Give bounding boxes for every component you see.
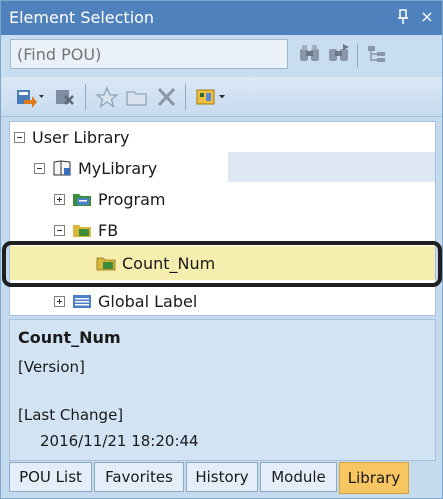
- expand-icon[interactable]: [54, 295, 65, 307]
- tree-node-label: User Library: [32, 127, 130, 147]
- remove-library-icon[interactable]: [53, 86, 77, 108]
- global-label-icon: [73, 295, 91, 308]
- find-pou-input[interactable]: [10, 39, 288, 69]
- tab-label: POU List: [19, 468, 82, 486]
- pin-icon[interactable]: [393, 7, 413, 27]
- tree-node-mylibrary[interactable]: MyLibrary: [34, 153, 157, 183]
- tree-node-program[interactable]: Program: [54, 184, 166, 214]
- tab-label: Library: [347, 469, 401, 487]
- version-label: [Version]: [18, 358, 85, 376]
- tree-row-background: [228, 152, 435, 182]
- window-title: Element Selection: [9, 8, 155, 27]
- tab-history[interactable]: History: [186, 462, 258, 492]
- display-filter-icon[interactable]: [195, 86, 227, 108]
- element-details-panel: Count_Num [Version] [Last Change] 2016/1…: [9, 319, 436, 461]
- search-bar: [1, 35, 442, 77]
- collapse-icon[interactable]: [34, 162, 45, 174]
- folder-icon[interactable]: [125, 86, 149, 108]
- toolbar-separator: [185, 84, 186, 110]
- library-toolbar: [1, 77, 442, 117]
- selection-highlight-frame: [2, 241, 442, 287]
- tree-node-user-library[interactable]: User Library: [14, 122, 130, 152]
- collapse-icon[interactable]: [54, 224, 65, 236]
- tree-view-icon[interactable]: [365, 43, 389, 65]
- element-selection-window: Element Selection × (Find POU) User Libr…: [0, 0, 443, 499]
- expand-icon[interactable]: [54, 193, 65, 205]
- binoculars-next-icon[interactable]: [327, 43, 351, 65]
- tree-node-global-label[interactable]: Global Label: [54, 286, 198, 315]
- tab-label: History: [195, 468, 249, 486]
- tree-node-label: Global Label: [98, 291, 198, 311]
- binoculars-icon[interactable]: [298, 43, 322, 65]
- close-icon[interactable]: ×: [417, 7, 437, 27]
- library-book-icon: [53, 160, 71, 176]
- fb-folder-icon: [73, 225, 91, 237]
- add-to-project-icon[interactable]: [15, 86, 45, 108]
- last-change-value: 2016/11/21 18:20:44: [40, 432, 199, 450]
- tab-label: Module: [271, 468, 326, 486]
- toolbar-separator: [357, 43, 358, 67]
- last-change-label: [Last Change]: [18, 406, 124, 424]
- tab-library[interactable]: Library: [339, 462, 409, 494]
- delete-x-icon[interactable]: [155, 86, 177, 108]
- element-name: Count_Num: [18, 328, 121, 347]
- title-bar[interactable]: Element Selection ×: [1, 1, 442, 35]
- tab-favorites[interactable]: Favorites: [94, 462, 184, 492]
- tree-node-label: FB: [98, 220, 119, 240]
- tree-node-label: Program: [98, 189, 166, 209]
- collapse-icon[interactable]: [14, 131, 25, 143]
- toolbar-separator: [85, 84, 86, 110]
- tab-label: Favorites: [105, 468, 173, 486]
- favorite-star-icon[interactable]: [95, 86, 119, 109]
- program-folder-icon: [73, 194, 91, 206]
- tree-node-label: MyLibrary: [78, 158, 158, 178]
- tab-module[interactable]: Module: [260, 462, 337, 492]
- tab-pou-list[interactable]: POU List: [9, 462, 92, 492]
- bottom-tab-bar: POU List Favorites History Module Librar…: [9, 462, 436, 494]
